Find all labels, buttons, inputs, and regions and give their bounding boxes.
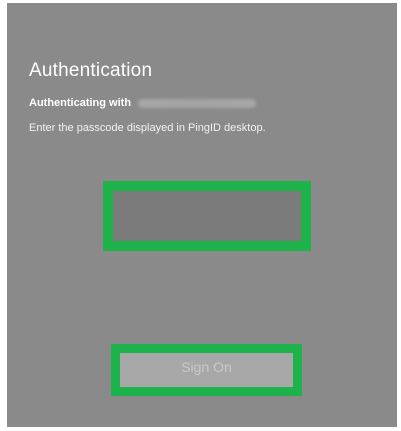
authenticating-with-label: Authenticating with <box>29 97 132 109</box>
passcode-input[interactable] <box>113 191 301 241</box>
sign-on-button-highlight: Sign On <box>111 344 302 396</box>
passcode-field-highlight <box>103 181 311 251</box>
authenticating-with-line: Authenticating with <box>29 97 257 109</box>
redacted-target-name <box>138 98 257 108</box>
dialog-title: Authentication <box>29 60 153 81</box>
authentication-dialog: Authentication Authenticating with Enter… <box>7 3 397 427</box>
instructions-text: Enter the passcode displayed in PingID d… <box>29 122 266 134</box>
sign-on-button[interactable]: Sign On <box>120 353 293 387</box>
